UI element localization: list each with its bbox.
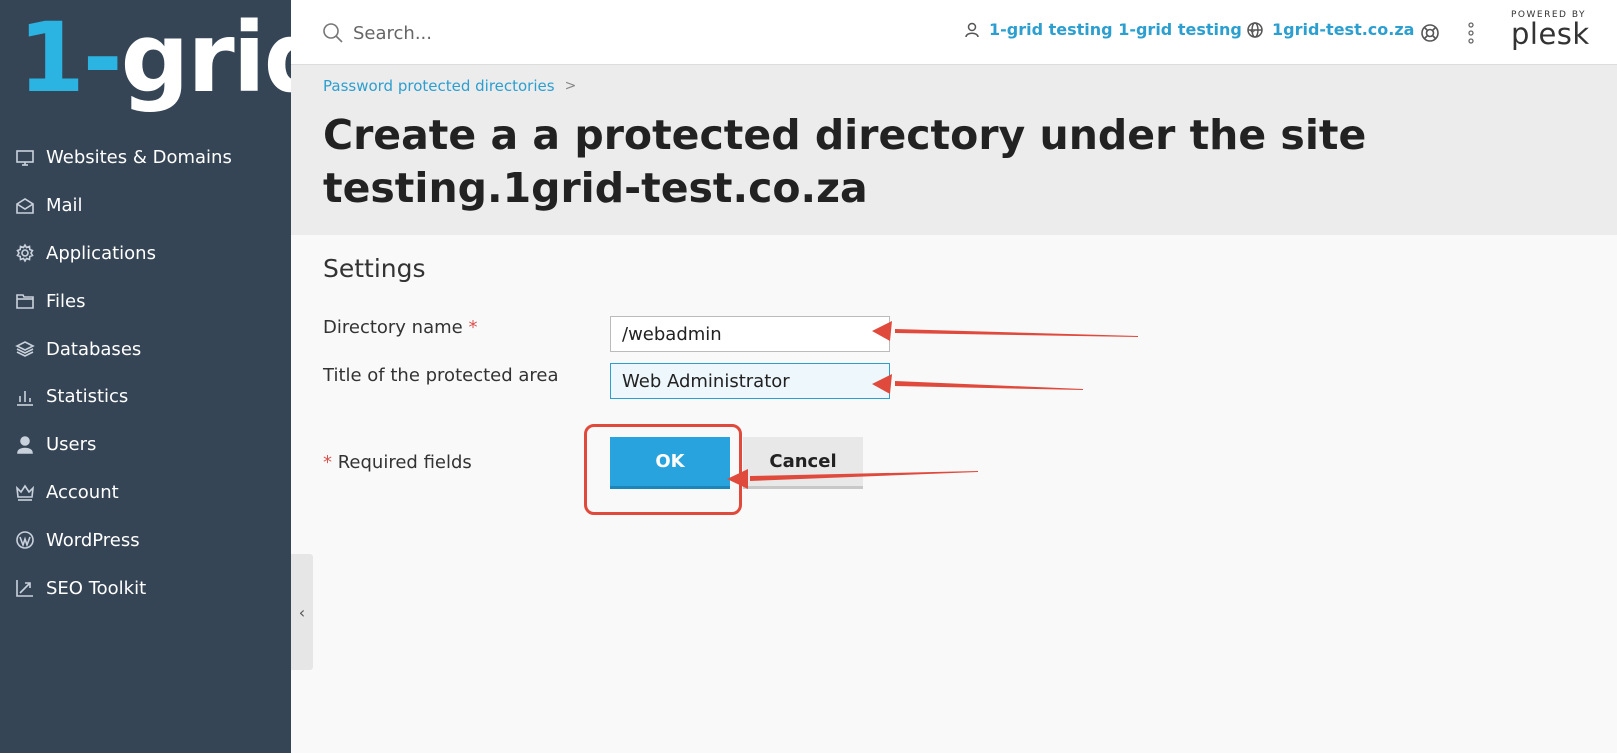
sidebar-item-label: Account	[46, 481, 119, 503]
more-vertical-icon[interactable]	[1466, 20, 1476, 46]
globe-icon	[1247, 21, 1263, 38]
breadcrumb-separator: >	[564, 78, 577, 94]
folder-icon	[14, 290, 36, 312]
sidebar-item-label: Websites & Domains	[46, 147, 232, 169]
sidebar: 1-grid Websites & Domains Mail Applicati…	[0, 0, 332, 753]
monitor-icon	[14, 147, 36, 169]
sidebar-item-files[interactable]: Files	[0, 277, 291, 325]
directory-name-label-text: Directory name	[323, 317, 463, 338]
logo-one: 1	[18, 2, 85, 114]
sidebar-nav: Websites & Domains Mail Applications Fil…	[0, 134, 291, 612]
breadcrumb-link[interactable]: Password protected directories	[323, 77, 555, 95]
sidebar-item-websites-domains[interactable]: Websites & Domains	[0, 134, 291, 182]
annotation-arrow-title	[872, 374, 1083, 394]
page-header: Password protected directories > Create …	[291, 65, 1617, 235]
directory-name-input[interactable]	[610, 316, 890, 352]
page-title: Create a a protected directory under the…	[323, 111, 1367, 212]
user-icon	[965, 22, 979, 37]
sidebar-item-applications[interactable]: Applications	[0, 230, 291, 278]
required-star: *	[323, 452, 332, 473]
chevron-left-icon: ‹	[298, 602, 306, 622]
directory-name-label: Directory name *	[323, 317, 477, 338]
crown-icon	[14, 481, 36, 503]
sidebar-item-mail[interactable]: Mail	[0, 182, 291, 230]
plesk-brand: plesk	[1511, 17, 1590, 51]
sidebar-item-users[interactable]: Users	[0, 421, 291, 469]
protected-area-title-input[interactable]	[610, 363, 890, 399]
brand-logo[interactable]: 1-grid	[18, 8, 332, 128]
sidebar-item-account[interactable]: Account	[0, 469, 291, 517]
gear-icon	[14, 242, 36, 264]
sidebar-item-statistics[interactable]: Statistics	[0, 373, 291, 421]
user-name: 1-grid testing 1-grid testing	[989, 20, 1242, 39]
user-icon	[14, 434, 36, 456]
bar-chart-icon	[14, 386, 36, 408]
wordpress-icon	[14, 529, 36, 551]
sidebar-item-label: SEO Toolkit	[46, 577, 147, 599]
sidebar-item-databases[interactable]: Databases	[0, 325, 291, 373]
search-input[interactable]	[353, 18, 653, 48]
breadcrumb: Password protected directories >	[323, 77, 576, 95]
section-title: Settings	[323, 254, 426, 283]
annotation-highlight-box	[584, 424, 742, 515]
plesk-logo: POWERED BY plesk	[1511, 10, 1601, 51]
layers-icon	[14, 338, 36, 360]
annotation-arrow-directory	[872, 321, 1138, 341]
sidebar-item-label: Files	[46, 290, 86, 312]
sidebar-collapse-toggle[interactable]: ‹	[291, 554, 313, 670]
top-bar: 1-grid testing 1-grid testing ⌄ 1grid-te…	[291, 0, 1617, 65]
sidebar-item-label: WordPress	[46, 529, 140, 551]
protected-area-title-label: Title of the protected area	[323, 365, 559, 386]
logo-dash: -	[82, 2, 123, 114]
sidebar-item-label: Users	[46, 434, 97, 456]
cancel-button[interactable]: Cancel	[743, 437, 863, 489]
search-icon	[323, 23, 343, 43]
mail-icon	[14, 195, 36, 217]
sidebar-item-label: Databases	[46, 338, 142, 360]
sidebar-item-label: Mail	[46, 195, 83, 217]
sidebar-item-seo-toolkit[interactable]: SEO Toolkit	[0, 564, 291, 612]
sidebar-item-label: Statistics	[46, 386, 129, 408]
required-fields-note: * Required fields	[323, 452, 472, 473]
sidebar-item-wordpress[interactable]: WordPress	[0, 516, 291, 564]
required-star: *	[468, 317, 478, 338]
user-menu[interactable]: 1-grid testing 1-grid testing ⌄	[963, 20, 1257, 39]
help-lifebuoy-icon[interactable]	[1419, 22, 1441, 44]
required-note-text: Required fields	[337, 452, 472, 473]
chart-up-icon	[14, 577, 36, 599]
domain-name: 1grid-test.co.za	[1272, 20, 1415, 39]
sidebar-item-label: Applications	[46, 242, 156, 264]
domain-link[interactable]: 1grid-test.co.za	[1246, 20, 1414, 39]
